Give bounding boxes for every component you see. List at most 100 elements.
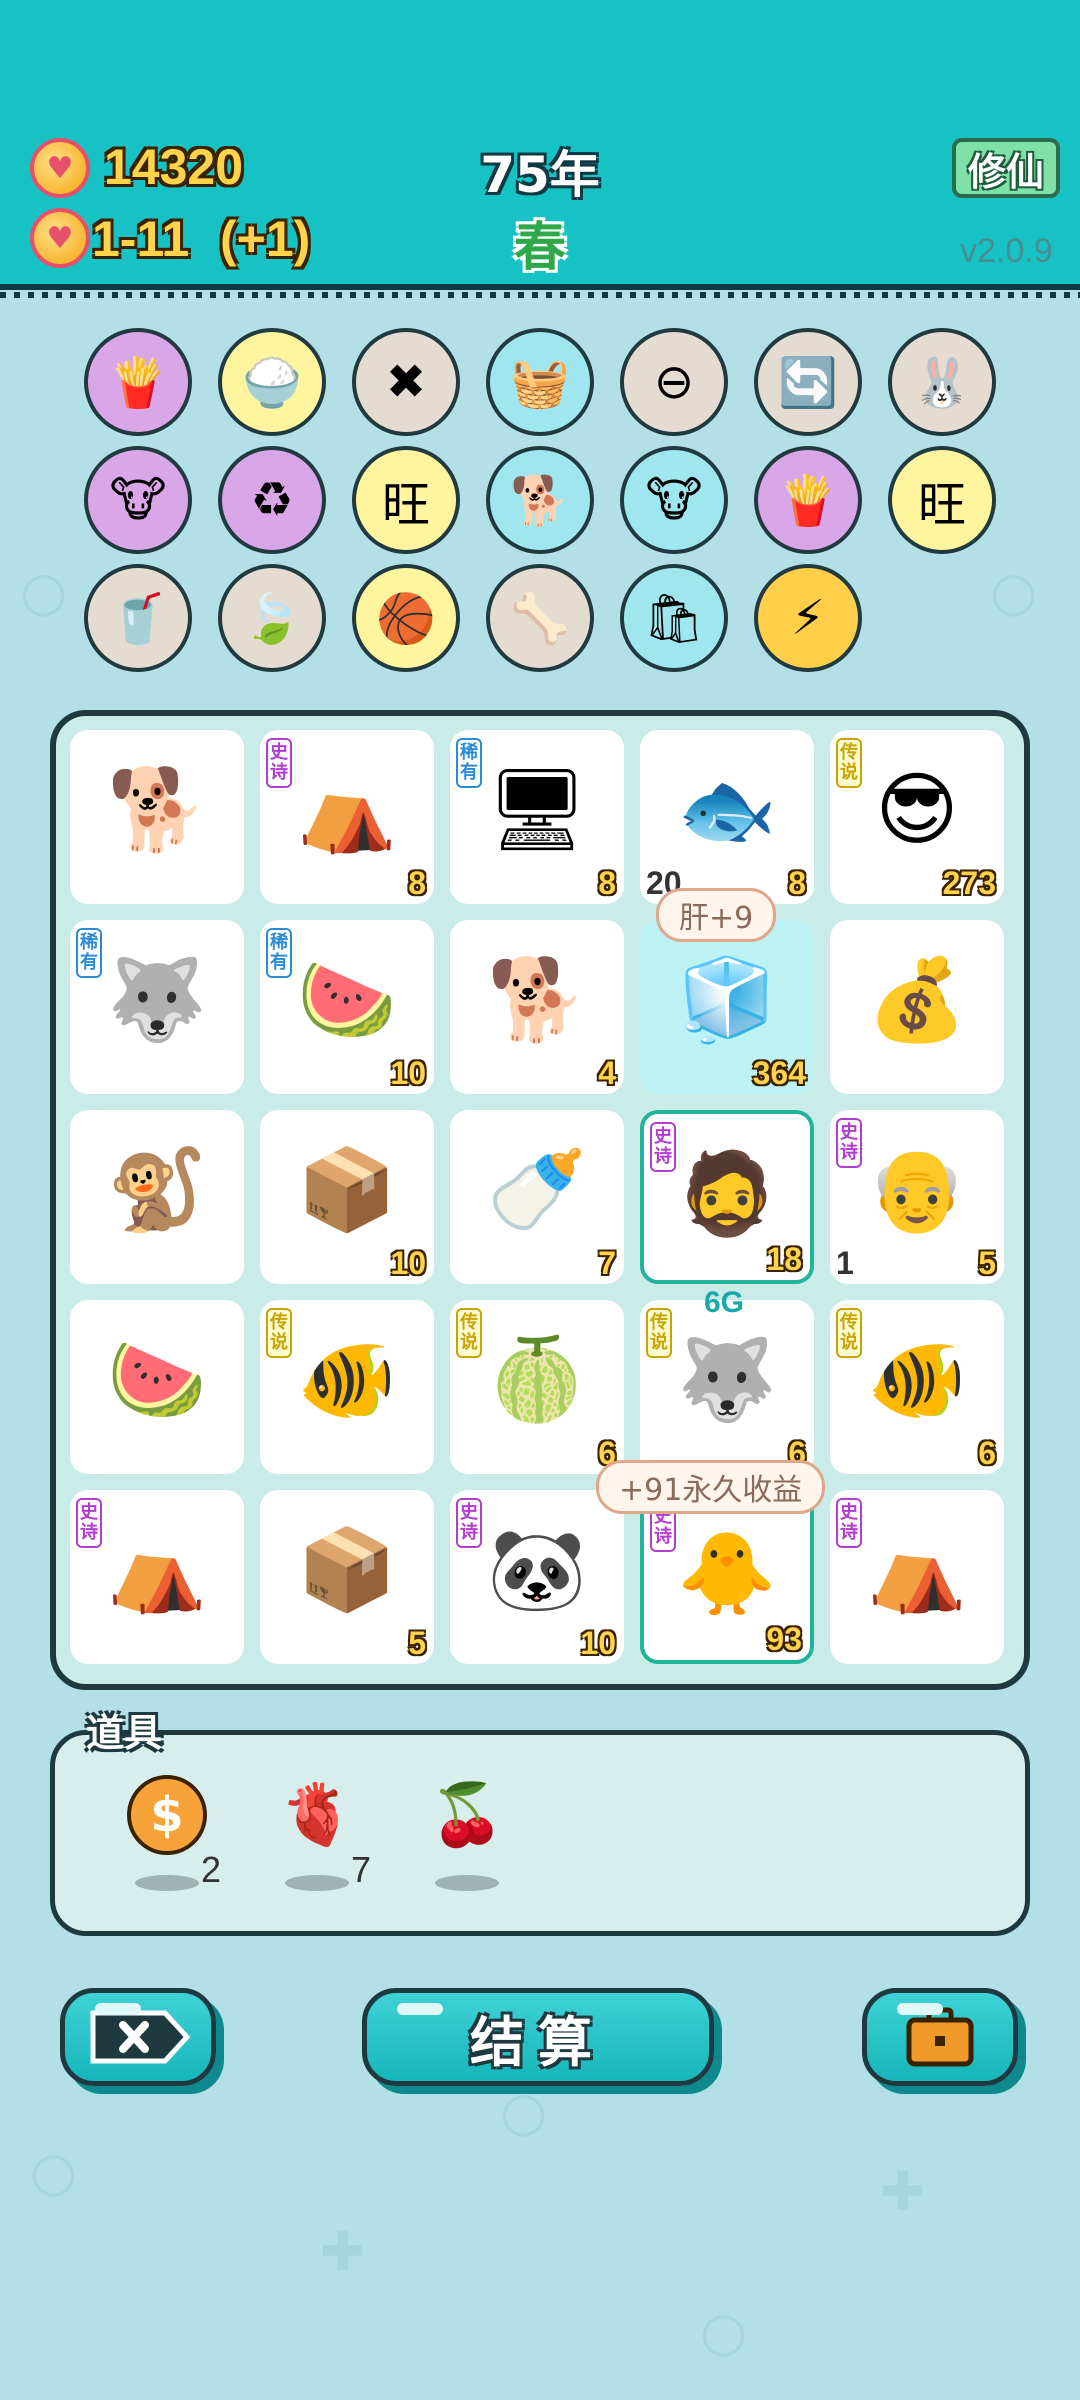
rarity-tag: 传说: [266, 1308, 292, 1358]
husky-dog-icon: 🐕: [107, 763, 207, 856]
item-count: 2: [201, 1849, 222, 1890]
rarity-tag: 史诗: [650, 1122, 676, 1172]
item-shadow: [285, 1875, 349, 1891]
board-cell-koi-fish[interactable]: 🐠 传说: [260, 1300, 434, 1474]
bg-circle-deco: ○: [990, 560, 1038, 623]
cell-value: 18: [766, 1241, 802, 1277]
husky-dog-icon: 🐕: [487, 953, 587, 1046]
twin-cow-icon[interactable]: 🐮: [620, 446, 728, 554]
rarity-tag: 传说: [456, 1308, 482, 1358]
cell-value: 7: [598, 1245, 616, 1281]
board-cell-old-man[interactable]: 👴 史诗 5 1: [830, 1110, 1004, 1284]
board-cell-parcel-box[interactable]: 📦 10: [260, 1110, 434, 1284]
cell-value: 8: [788, 865, 806, 901]
button-shine: [897, 2003, 943, 2015]
board-cell-parcel-box[interactable]: 📦 5: [260, 1490, 434, 1664]
rarity-tag: 传说: [836, 738, 862, 788]
rarity-tag: 史诗: [836, 1118, 862, 1168]
minus-circle-icon[interactable]: ⊖: [620, 328, 728, 436]
fruit-basket-icon[interactable]: 🧺: [486, 328, 594, 436]
top-bar: ♥ 14320 ♥ 1-11 (+1) 75年 春 修仙 v2.0.9: [0, 0, 1080, 298]
bg-cross-deco: ✚: [320, 2220, 366, 2283]
board-cell-watermelon-slice[interactable]: 🍉: [70, 1300, 244, 1474]
board-cell-panda[interactable]: 🐼 史诗 10: [450, 1490, 624, 1664]
board-cell-chick-man[interactable]: 🐥 史诗 93: [640, 1490, 814, 1664]
board-cell-koi-fish[interactable]: 🐠 传说 6: [830, 1300, 1004, 1474]
board-cell-husky-king[interactable]: 🐺 传说 6: [640, 1300, 814, 1474]
wang-chars-icon[interactable]: 旺: [888, 446, 996, 554]
item-slot[interactable]: 🍒: [415, 1755, 515, 1915]
board-cell-husky-grey[interactable]: 🐺 稀有: [70, 920, 244, 1094]
version-label: v2.0.9: [960, 232, 1053, 270]
rarity-tag: 史诗: [836, 1498, 862, 1548]
item-shadow: [435, 1875, 499, 1891]
delete-tag-icon: [90, 2010, 191, 2064]
fries-icon[interactable]: 🍟: [84, 328, 192, 436]
trash-bag-icon[interactable]: 🛍: [620, 564, 728, 672]
watermelon-slice-icon: 🍉: [107, 1333, 207, 1426]
bg-circle-deco: ○: [700, 2300, 748, 2363]
cell-value: 10: [580, 1625, 616, 1661]
bg-circle-deco: ○: [20, 560, 68, 623]
rarity-tag: 传说: [646, 1308, 672, 1358]
rarity-tag: 史诗: [76, 1498, 102, 1548]
board-cell-monkey[interactable]: 🐒: [70, 1110, 244, 1284]
rarity-tag: 史诗: [266, 738, 292, 788]
rice-bowl-icon[interactable]: 🍚: [218, 328, 326, 436]
rarity-tag: 稀有: [76, 928, 102, 978]
board-cell-pc-tower[interactable]: 🖥 稀有 8: [450, 730, 624, 904]
discard-button[interactable]: [60, 1988, 216, 2086]
cell-value: 6: [978, 1435, 996, 1471]
cell-value: 8: [598, 865, 616, 901]
xiuxian-button[interactable]: 修仙: [952, 138, 1060, 198]
board-cell-fridge[interactable]: 🧊 364: [640, 920, 814, 1094]
fridge-icon: 🧊: [677, 953, 777, 1046]
cell-counter: 1: [836, 1245, 854, 1281]
board-cell-rabbit-tent[interactable]: ⛺ 史诗: [830, 1490, 1004, 1664]
liver-icon: 🫀: [279, 1780, 355, 1850]
item-slot[interactable]: 🫀 7: [265, 1755, 371, 1915]
board-cell-rabbit-tent[interactable]: ⛺ 史诗: [70, 1490, 244, 1664]
rarity-tag: 史诗: [456, 1498, 482, 1548]
cool-dog-icon[interactable]: 🐕: [486, 446, 594, 554]
board-cell-fish[interactable]: 🐟 8 20: [640, 730, 814, 904]
board-cell-green-hat-man[interactable]: 🧔 史诗 18: [640, 1110, 814, 1284]
milk-tea-icon[interactable]: 🥤: [84, 564, 192, 672]
fish-icon: 🐟: [677, 763, 777, 856]
cell-value: 4: [598, 1055, 616, 1091]
bg-cross-deco: ✚: [880, 2160, 926, 2223]
wang-chars-icon[interactable]: 旺: [352, 446, 460, 554]
basketballs-icon[interactable]: 🏀: [352, 564, 460, 672]
coin-total: 14320: [104, 139, 244, 195]
dog-food-icon[interactable]: 🦴: [486, 564, 594, 672]
leaf-icon[interactable]: 🍃: [218, 564, 326, 672]
board-cell-coin-pile[interactable]: 💰: [830, 920, 1004, 1094]
season-label: 春: [513, 218, 566, 278]
bg-circle-deco: ○: [30, 2140, 78, 2203]
fries-icon[interactable]: 🍟: [754, 446, 862, 554]
bag-button[interactable]: [862, 1988, 1018, 2086]
board-cell-rabbit-tent[interactable]: ⛺ 史诗 8: [260, 730, 434, 904]
g6-label: 6G: [704, 1286, 745, 1319]
lightning-icon[interactable]: ⚡: [754, 564, 862, 672]
recycle-icon[interactable]: ♻: [218, 446, 326, 554]
board-cell-husky-dog[interactable]: 🐕 4: [450, 920, 624, 1094]
parcel-box-icon: 📦: [297, 1523, 397, 1616]
rabbit-icon[interactable]: 🐰: [888, 328, 996, 436]
board-cell-sunglasses-man[interactable]: 😎 传说 273: [830, 730, 1004, 904]
board-cell-watermelon[interactable]: 🍈 传说 6: [450, 1300, 624, 1474]
settle-button[interactable]: 结算: [362, 1988, 714, 2086]
heart-coin-icon: ♥: [30, 208, 90, 268]
income-range: 1-11: [92, 211, 190, 267]
board-cell-watermelon-slice[interactable]: 🍉 稀有 10: [260, 920, 434, 1094]
twin-cow-icon[interactable]: 🐮: [84, 446, 192, 554]
board-cell-husky-dog[interactable]: 🐕: [70, 730, 244, 904]
refresh-icon[interactable]: 🔄: [754, 328, 862, 436]
button-shine: [95, 2003, 141, 2015]
rarity-tag: 稀有: [266, 928, 292, 978]
coin-pile-icon: 💰: [867, 953, 967, 1046]
dollar-coin-icon: $: [127, 1775, 207, 1855]
delete-tag-icon[interactable]: ✖: [352, 328, 460, 436]
item-slot[interactable]: $2: [115, 1755, 221, 1915]
board-cell-milk-bottle[interactable]: 🍼 7: [450, 1110, 624, 1284]
